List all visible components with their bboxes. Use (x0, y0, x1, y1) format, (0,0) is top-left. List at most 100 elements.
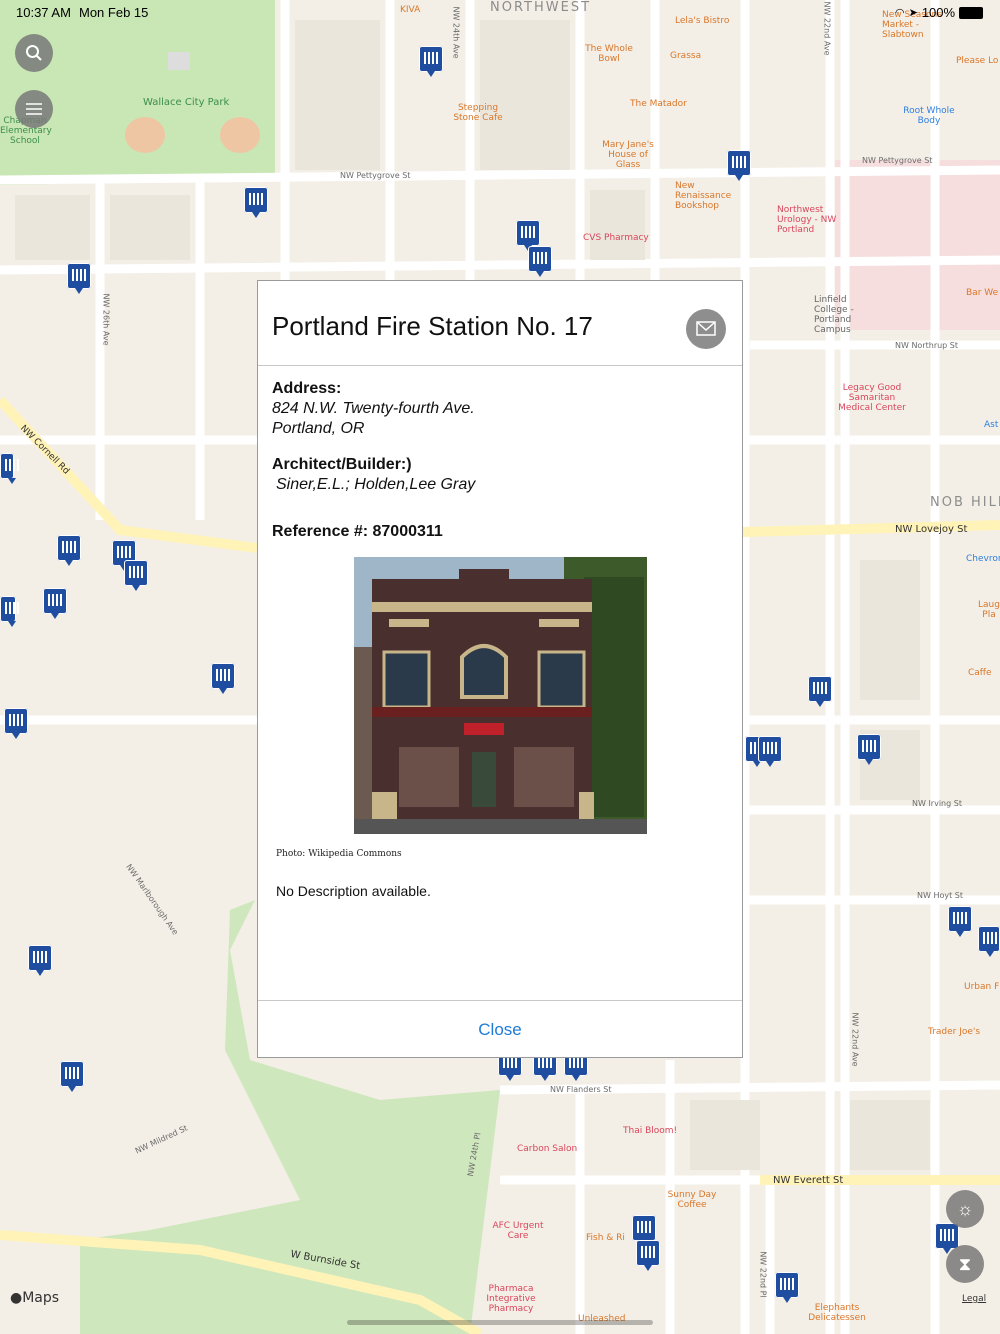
landmark-pin[interactable] (4, 708, 28, 739)
building-icon (983, 932, 997, 944)
street-label: NW 24th Ave (451, 6, 461, 59)
place-label[interactable]: Grassa (670, 51, 701, 61)
street-label: NW Northrup St (895, 341, 959, 350)
building-icon (763, 742, 777, 754)
apple-logo-icon: ● (10, 1290, 23, 1306)
address-line2: Portland, OR (272, 420, 365, 437)
landmark-detail-modal: Portland Fire Station No. 17 Address: 82… (257, 280, 743, 1058)
place-label[interactable]: Please Lo (956, 56, 998, 66)
area-label-northwest: NORTHWEST (490, 0, 592, 15)
building-icon (862, 740, 876, 752)
landmark-pin[interactable] (0, 596, 19, 627)
landmark-pin[interactable] (516, 220, 540, 251)
place-label[interactable]: Sunny Day Coffee (666, 1190, 718, 1210)
place-label[interactable]: Fish & Ri (586, 1233, 625, 1243)
location-icon: ➤ (908, 7, 918, 19)
place-label[interactable]: Mary Jane's House of Glass (597, 140, 659, 170)
place-label[interactable]: Legacy Good Samaritan Medical Center (838, 383, 906, 413)
status-date: Mon Feb 15 (79, 5, 149, 20)
landmark-pin[interactable] (727, 150, 751, 181)
landmark-pin[interactable] (775, 1272, 799, 1303)
battery-percent: 100% (921, 5, 956, 20)
photo-credit: Photo: Wikipedia Commons (276, 849, 402, 859)
place-label[interactable]: Wallace City Park (143, 97, 229, 108)
landmark-pin[interactable] (419, 46, 443, 77)
street-label: NW 22nd Ave (850, 1012, 860, 1067)
menu-button[interactable] (15, 90, 53, 128)
place-label[interactable]: Carbon Salon (517, 1144, 577, 1154)
place-label[interactable]: New Renaissance Bookshop (675, 181, 745, 211)
status-right: ◠ ➤ 100% (895, 5, 984, 20)
place-label[interactable]: Root Whole Body (900, 106, 958, 126)
mail-icon (696, 321, 716, 336)
place-label[interactable]: Linfield College - Portland Campus (814, 295, 858, 335)
building-icon (33, 951, 47, 963)
landmark-pin[interactable] (28, 945, 52, 976)
place-label[interactable]: AFC Urgent Care (488, 1221, 548, 1241)
building-icon (62, 541, 76, 553)
landmark-pin[interactable] (758, 736, 782, 767)
place-label[interactable]: CVS Pharmacy (583, 233, 649, 243)
place-label[interactable]: Northwest Urology - NW Portland (777, 205, 839, 235)
brightness-button[interactable]: ☼ (946, 1190, 984, 1228)
landmark-pin[interactable] (244, 187, 268, 218)
place-label[interactable]: Bar We (966, 288, 998, 298)
fire-station-photo[interactable] (354, 557, 647, 834)
landmark-pin[interactable] (67, 263, 91, 294)
street-label: NW Pettygrove St (862, 156, 933, 165)
wifi-icon: ◠ (895, 7, 905, 19)
hourglass-icon: ⧗ (958, 1253, 972, 1274)
landmark-pin[interactable] (857, 734, 881, 765)
landmark-pin[interactable] (808, 676, 832, 707)
landmark-pin[interactable] (124, 560, 148, 591)
street-label: NW Lovejoy St (895, 524, 968, 535)
landmark-pin[interactable] (935, 1223, 959, 1254)
landmark-pin[interactable] (636, 1240, 660, 1271)
building-icon (637, 1221, 651, 1233)
place-label[interactable]: Elephants Delicatessen (805, 1303, 869, 1323)
landmark-pin[interactable] (0, 453, 19, 484)
share-email-button[interactable] (686, 309, 726, 349)
landmark-pin[interactable] (60, 1061, 84, 1092)
place-label[interactable]: Pharmaca Integrative Pharmacy (482, 1284, 540, 1314)
place-label[interactable]: The Matador (630, 99, 687, 109)
maps-logo: ●Maps (10, 1290, 60, 1306)
place-label[interactable]: Laug Pla (978, 600, 1000, 620)
architect-label: Architect/Builder:) (272, 456, 412, 473)
place-label[interactable]: Thai Bloom! (623, 1126, 677, 1136)
building-icon (9, 714, 23, 726)
landmark-pin[interactable] (211, 663, 235, 694)
place-label[interactable]: Stepping Stone Cafe (448, 103, 508, 123)
landmark-pin[interactable] (43, 588, 67, 619)
place-label[interactable]: The Whole Bowl (583, 44, 635, 64)
street-label: NW Flanders St (550, 1085, 612, 1094)
building-icon (424, 52, 438, 64)
place-label[interactable]: Caffe (968, 668, 992, 678)
place-label[interactable]: Ast (984, 420, 998, 430)
street-label: NW Hoyt St (917, 891, 963, 900)
place-label[interactable]: Trader Joe's (928, 1027, 980, 1037)
reference-number: Reference #: 87000311 (272, 523, 443, 540)
close-button[interactable]: Close (258, 1001, 742, 1058)
street-label: NW Everett St (773, 1175, 844, 1186)
address-line1: 824 N.W. Twenty-fourth Ave. (272, 400, 475, 417)
building-icon (117, 546, 131, 558)
building-icon (641, 1246, 655, 1258)
landmark-pin[interactable] (528, 246, 552, 277)
place-label[interactable]: KIVA (400, 5, 420, 15)
place-label[interactable]: Lela's Bistro (675, 16, 729, 26)
place-label[interactable]: Urban F (964, 982, 999, 992)
home-indicator[interactable] (347, 1320, 653, 1325)
landmark-pin[interactable] (632, 1215, 656, 1246)
building-icon (129, 566, 143, 578)
landmark-pin[interactable] (978, 926, 1000, 957)
legal-link[interactable]: Legal (962, 1294, 986, 1304)
hourglass-button[interactable]: ⧗ (946, 1245, 984, 1283)
place-label[interactable]: Chevron (966, 554, 1000, 564)
building-icon (521, 226, 535, 238)
landmark-pin[interactable] (948, 906, 972, 937)
search-button[interactable] (15, 34, 53, 72)
landmark-pin[interactable] (57, 535, 81, 566)
street-label: NW 22nd Ave (822, 1, 832, 56)
building-icon (65, 1067, 79, 1079)
